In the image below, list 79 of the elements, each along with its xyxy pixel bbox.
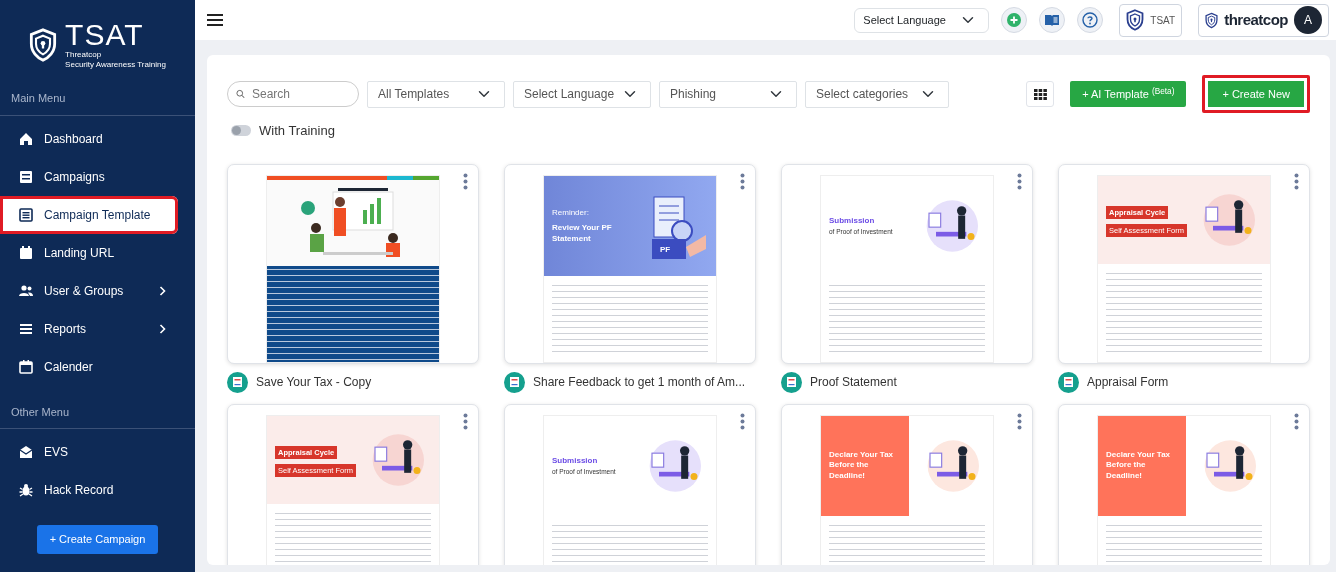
- kebab-icon: [463, 412, 468, 430]
- sidebar-item[interactable]: Dashboard: [0, 119, 178, 158]
- book-icon: [1044, 14, 1061, 26]
- banner-kicker: Reminder:: [552, 207, 590, 220]
- template-title: Proof Statement: [810, 374, 897, 391]
- product-button[interactable]: TSAT: [1119, 3, 1183, 37]
- help-icon: [1082, 12, 1099, 28]
- menu-section-heading: Main Menu: [0, 82, 195, 116]
- kebab-icon: [1017, 412, 1022, 430]
- banner-heading: Review Your PF Statement: [552, 223, 613, 244]
- list-icon: [18, 168, 34, 185]
- home-icon: [18, 130, 34, 147]
- envelope-icon: [18, 444, 34, 460]
- template-card[interactable]: Reminder: Review Your PF Statement PF: [504, 163, 756, 364]
- training-toggle[interactable]: [231, 125, 251, 137]
- template-icon: [1058, 371, 1079, 393]
- search-icon: [236, 88, 245, 100]
- kebab-icon: [1017, 172, 1022, 190]
- menu-icon[interactable]: [207, 14, 223, 26]
- document-list-icon: [18, 206, 34, 223]
- template-icon: [504, 371, 525, 393]
- language-select[interactable]: Select Language: [854, 7, 990, 33]
- template-title: Share Feedback to get 1 month of Am...: [533, 374, 746, 391]
- logo-subtitle: Threatcop: [65, 50, 103, 60]
- more-options-button[interactable]: [1017, 411, 1022, 430]
- shield-logo-icon: [29, 28, 58, 62]
- more-options-button[interactable]: [1294, 411, 1299, 430]
- kebab-icon: [1294, 172, 1299, 190]
- clipboard-icon: [18, 244, 34, 261]
- kebab-icon: [1294, 412, 1299, 430]
- preview-heading: Declare Your Tax Before the Deadline!: [829, 449, 895, 482]
- shield-logo-icon: [1205, 11, 1219, 29]
- sidebar-item[interactable]: User & Groups: [0, 271, 178, 310]
- more-options-button[interactable]: [463, 411, 468, 430]
- template-icon: [227, 371, 248, 393]
- kebab-icon: [740, 412, 745, 430]
- preview-heading: Submission: [829, 214, 876, 227]
- kebab-icon: [463, 172, 468, 190]
- folder-label: PF: [660, 243, 671, 256]
- toggle-label: With Training: [259, 122, 335, 140]
- menu-section-heading: Other Menu: [0, 395, 195, 429]
- filter-select[interactable]: Phishing: [659, 80, 797, 108]
- account-menu[interactable]: threatcop A: [1198, 3, 1329, 37]
- logo-text: TSAT: [65, 20, 145, 51]
- filter-select[interactable]: Select Language: [513, 80, 651, 108]
- users-icon: [18, 282, 34, 299]
- sidebar-item[interactable]: Campaign Template: [0, 195, 178, 234]
- preview-heading: Declare Your Tax Before the Deadline!: [1106, 449, 1172, 482]
- grid-view-button[interactable]: [1026, 81, 1055, 107]
- more-options-button[interactable]: [1294, 171, 1299, 190]
- help-button[interactable]: [1077, 7, 1104, 33]
- more-options-button[interactable]: [463, 171, 468, 190]
- preview-heading: Submission: [552, 454, 599, 467]
- sidebar-item[interactable]: Campaigns: [0, 157, 178, 196]
- calendar-icon: [18, 358, 34, 375]
- template-icon: [781, 371, 802, 393]
- bug-icon: [18, 482, 34, 498]
- sidebar-item[interactable]: Calender: [0, 347, 178, 386]
- user-avatar: A: [1294, 6, 1322, 34]
- filter-select[interactable]: Select categories: [805, 80, 949, 108]
- sidebar-item[interactable]: Landing URL: [0, 233, 178, 272]
- create-campaign-button[interactable]: + Create Campaign: [36, 525, 159, 554]
- sidebar-item[interactable]: Hack Record: [0, 471, 178, 509]
- logo-tagline: Security Awareness Training: [65, 60, 166, 70]
- add-button[interactable]: [1001, 7, 1028, 33]
- more-options-button[interactable]: [1017, 171, 1022, 190]
- grid-icon: [1033, 88, 1047, 100]
- template-title: Save Your Tax - Copy: [256, 374, 372, 391]
- shield-logo-icon: [1126, 9, 1145, 31]
- sidebar-item[interactable]: Reports: [0, 309, 178, 348]
- filter-select[interactable]: All Templates: [367, 80, 505, 108]
- more-options-button[interactable]: [740, 171, 745, 190]
- plus-icon: [1007, 13, 1022, 27]
- guide-button[interactable]: [1039, 7, 1066, 33]
- sidebar-item[interactable]: EVS: [0, 433, 178, 471]
- kebab-icon: [740, 172, 745, 190]
- more-options-button[interactable]: [740, 411, 745, 430]
- template-card[interactable]: [227, 163, 479, 364]
- template-title: Appraisal Form: [1087, 374, 1169, 391]
